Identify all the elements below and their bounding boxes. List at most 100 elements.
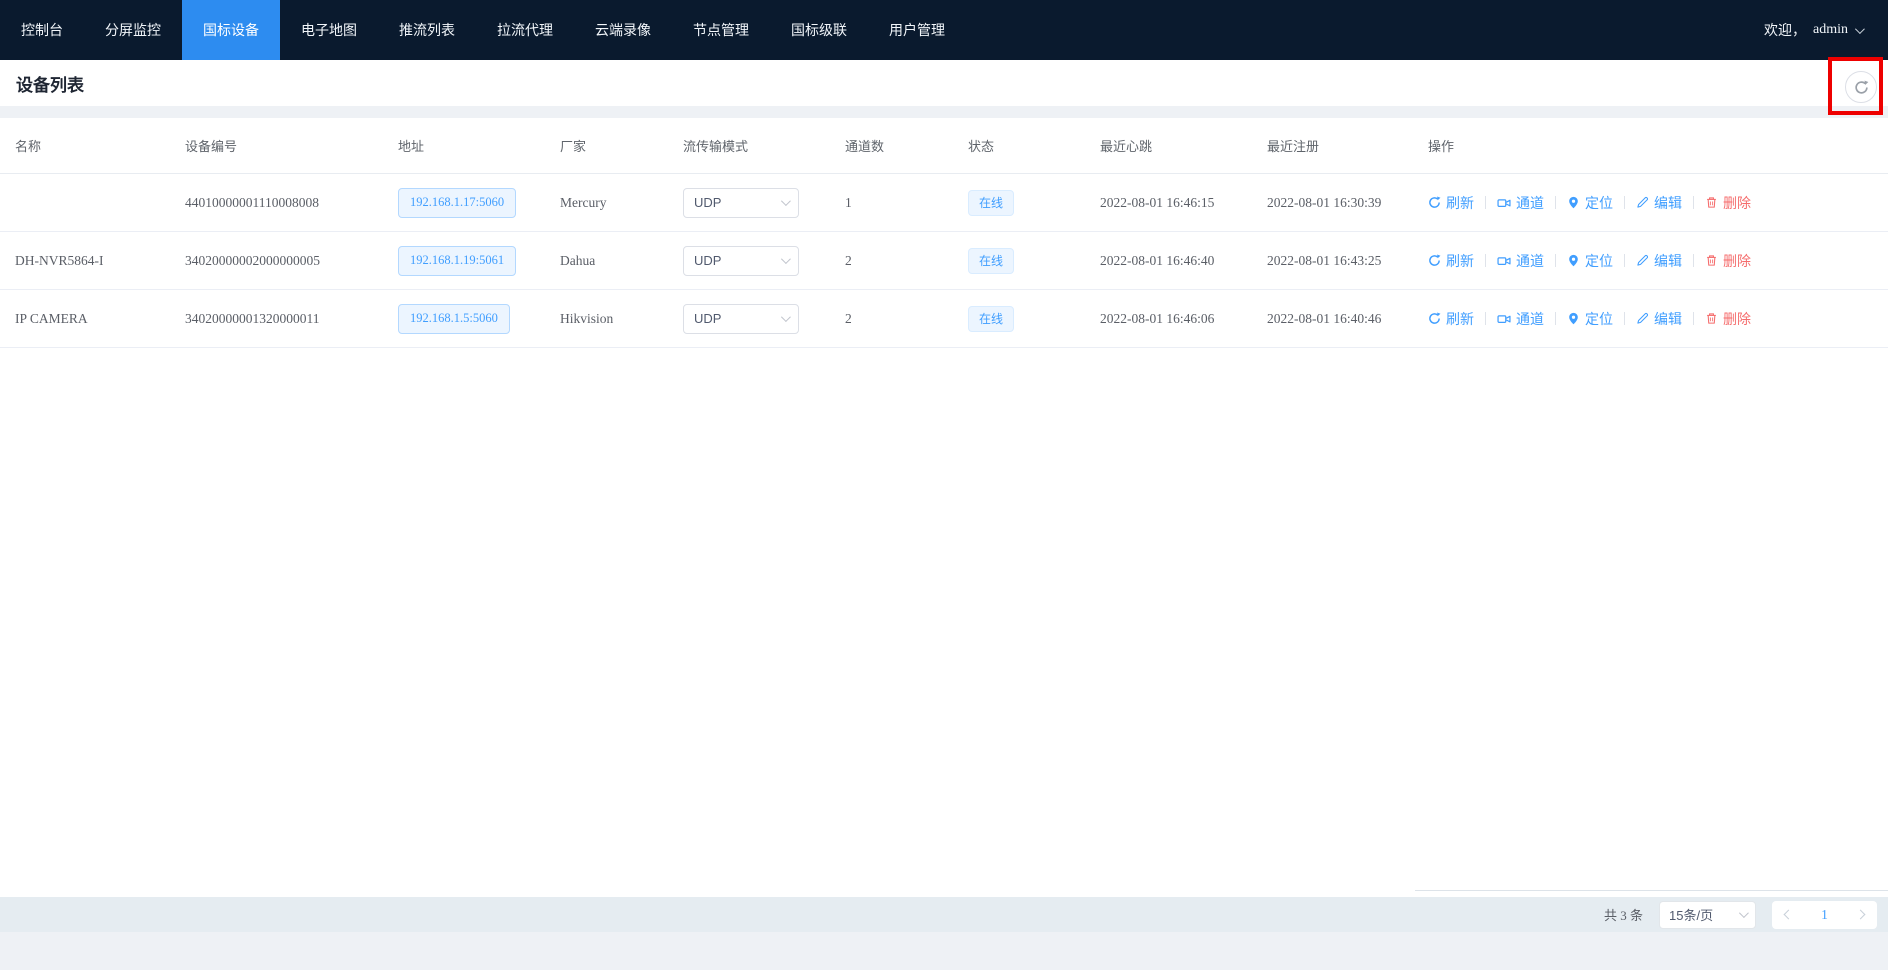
chevron-down-icon: [781, 254, 791, 264]
col-header-heartbeat: 最近心跳: [1100, 118, 1267, 173]
edit-pencil-icon: [1636, 312, 1649, 325]
col-header-stream-mode: 流传输模式: [683, 118, 845, 173]
status-badge: 在线: [968, 190, 1014, 216]
nav-tab-cloud-record[interactable]: 云端录像: [574, 0, 672, 60]
nav-tab-e-map[interactable]: 电子地图: [280, 0, 378, 60]
action-divider: [1555, 312, 1556, 325]
action-divider: [1693, 254, 1694, 267]
action-delete[interactable]: 删除: [1705, 309, 1751, 329]
col-header-register: 最近注册: [1267, 118, 1428, 173]
table-row: IP CAMERA 34020000001320000011 192.168.1…: [0, 290, 1888, 348]
stream-mode-select[interactable]: UDP: [683, 304, 799, 334]
nav-tab-push-list[interactable]: 推流列表: [378, 0, 476, 60]
action-locate[interactable]: 定位: [1567, 251, 1613, 271]
col-header-channels: 通道数: [845, 118, 968, 173]
address-button[interactable]: 192.168.1.19:5061: [398, 246, 516, 276]
page-size-select[interactable]: 15条/页: [1659, 901, 1756, 929]
action-divider: [1693, 196, 1694, 209]
chevron-right-icon: [1856, 910, 1866, 920]
title-bar: 设备列表: [0, 60, 1888, 106]
action-locate[interactable]: 定位: [1567, 193, 1613, 213]
action-delete[interactable]: 删除: [1705, 193, 1751, 213]
chevron-down-icon: [781, 196, 791, 206]
refresh-icon: [1428, 196, 1441, 209]
action-divider: [1485, 312, 1486, 325]
action-divider: [1555, 196, 1556, 209]
cell-last-heartbeat: 2022-08-01 16:46:06: [1100, 290, 1267, 347]
col-header-actions: 操作: [1428, 118, 1888, 173]
cell-last-register: 2022-08-01 16:40:46: [1267, 290, 1428, 347]
video-camera-icon: [1497, 196, 1511, 210]
action-channels[interactable]: 通道: [1497, 309, 1544, 329]
action-delete[interactable]: 删除: [1705, 251, 1751, 271]
action-divider: [1555, 254, 1556, 267]
prev-page-button[interactable]: [1785, 911, 1792, 918]
action-refresh[interactable]: 刷新: [1428, 309, 1474, 329]
nav-tab-console[interactable]: 控制台: [0, 0, 84, 60]
address-button[interactable]: 192.168.1.5:5060: [398, 304, 510, 334]
table-row: DH-NVR5864-I 34020000002000000005 192.16…: [0, 232, 1888, 290]
refresh-icon: [1428, 254, 1441, 267]
table-body: 44010000001110008008 192.168.1.17:5060 M…: [0, 174, 1888, 348]
action-edit[interactable]: 编辑: [1636, 193, 1682, 213]
refresh-page-button[interactable]: [1845, 71, 1877, 103]
total-count: 共 3 条: [1604, 905, 1643, 924]
action-channels[interactable]: 通道: [1497, 193, 1544, 213]
video-camera-icon: [1497, 312, 1511, 326]
address-button[interactable]: 192.168.1.17:5060: [398, 188, 516, 218]
chevron-left-icon: [1784, 910, 1794, 920]
current-page[interactable]: 1: [1821, 907, 1828, 923]
nav-tab-gb-cascade[interactable]: 国标级联: [770, 0, 868, 60]
status-badge: 在线: [968, 306, 1014, 332]
stream-mode-select[interactable]: UDP: [683, 188, 799, 218]
nav-tab-split-screen[interactable]: 分屏监控: [84, 0, 182, 60]
action-refresh[interactable]: 刷新: [1428, 193, 1474, 213]
col-header-name: 名称: [15, 118, 185, 173]
action-edit[interactable]: 编辑: [1636, 251, 1682, 271]
col-header-address: 地址: [398, 118, 560, 173]
page-size-value: 15条/页: [1669, 905, 1713, 924]
device-table: 名称 设备编号 地址 厂家 流传输模式 通道数 状态 最近心跳 最近注册 操作 …: [0, 118, 1888, 897]
chevron-down-icon: [781, 312, 791, 322]
trash-icon: [1705, 254, 1718, 267]
location-pin-icon: [1567, 196, 1580, 209]
cell-last-heartbeat: 2022-08-01 16:46:40: [1100, 232, 1267, 289]
col-header-status: 状态: [968, 118, 1100, 173]
col-header-device-id: 设备编号: [185, 118, 398, 173]
action-divider: [1624, 196, 1625, 209]
action-edit[interactable]: 编辑: [1636, 309, 1682, 329]
nav-tab-user-mgmt[interactable]: 用户管理: [868, 0, 966, 60]
action-locate[interactable]: 定位: [1567, 309, 1613, 329]
video-camera-icon: [1497, 254, 1511, 268]
cell-device-id: 44010000001110008008: [185, 174, 398, 231]
cell-channel-count: 1: [845, 174, 968, 231]
nav-tab-node-mgmt[interactable]: 节点管理: [672, 0, 770, 60]
action-refresh[interactable]: 刷新: [1428, 251, 1474, 271]
stream-mode-select[interactable]: UDP: [683, 246, 799, 276]
action-divider: [1485, 254, 1486, 267]
next-page-button[interactable]: [1857, 911, 1864, 918]
action-channels[interactable]: 通道: [1497, 251, 1544, 271]
nav-tab-pull-proxy[interactable]: 拉流代理: [476, 0, 574, 60]
gap-strip: [0, 106, 1888, 118]
pager: 1: [1772, 901, 1877, 929]
cell-actions: 刷新 通道 定位 编辑 删除: [1428, 290, 1888, 347]
cell-device-id: 34020000002000000005: [185, 232, 398, 289]
nav-tab-gb-devices[interactable]: 国标设备: [182, 0, 280, 60]
stream-mode-value: UDP: [694, 253, 721, 268]
welcome-label: 欢迎，: [1764, 20, 1806, 40]
page-title: 设备列表: [16, 71, 84, 96]
cell-device-name: [15, 174, 185, 231]
cell-manufacturer: Dahua: [560, 232, 683, 289]
cell-channel-count: 2: [845, 290, 968, 347]
top-navbar: 控制台分屏监控国标设备电子地图推流列表拉流代理云端录像节点管理国标级联用户管理 …: [0, 0, 1888, 60]
col-header-manufacturer: 厂家: [560, 118, 683, 173]
table-header-row: 名称 设备编号 地址 厂家 流传输模式 通道数 状态 最近心跳 最近注册 操作: [0, 118, 1888, 174]
chevron-down-icon: [1739, 908, 1749, 918]
username: admin: [1813, 22, 1848, 38]
user-menu[interactable]: 欢迎， admin: [1764, 0, 1888, 60]
action-divider: [1624, 312, 1625, 325]
cell-actions: 刷新 通道 定位 编辑 删除: [1428, 232, 1888, 289]
cell-manufacturer: Mercury: [560, 174, 683, 231]
cell-device-id: 34020000001320000011: [185, 290, 398, 347]
